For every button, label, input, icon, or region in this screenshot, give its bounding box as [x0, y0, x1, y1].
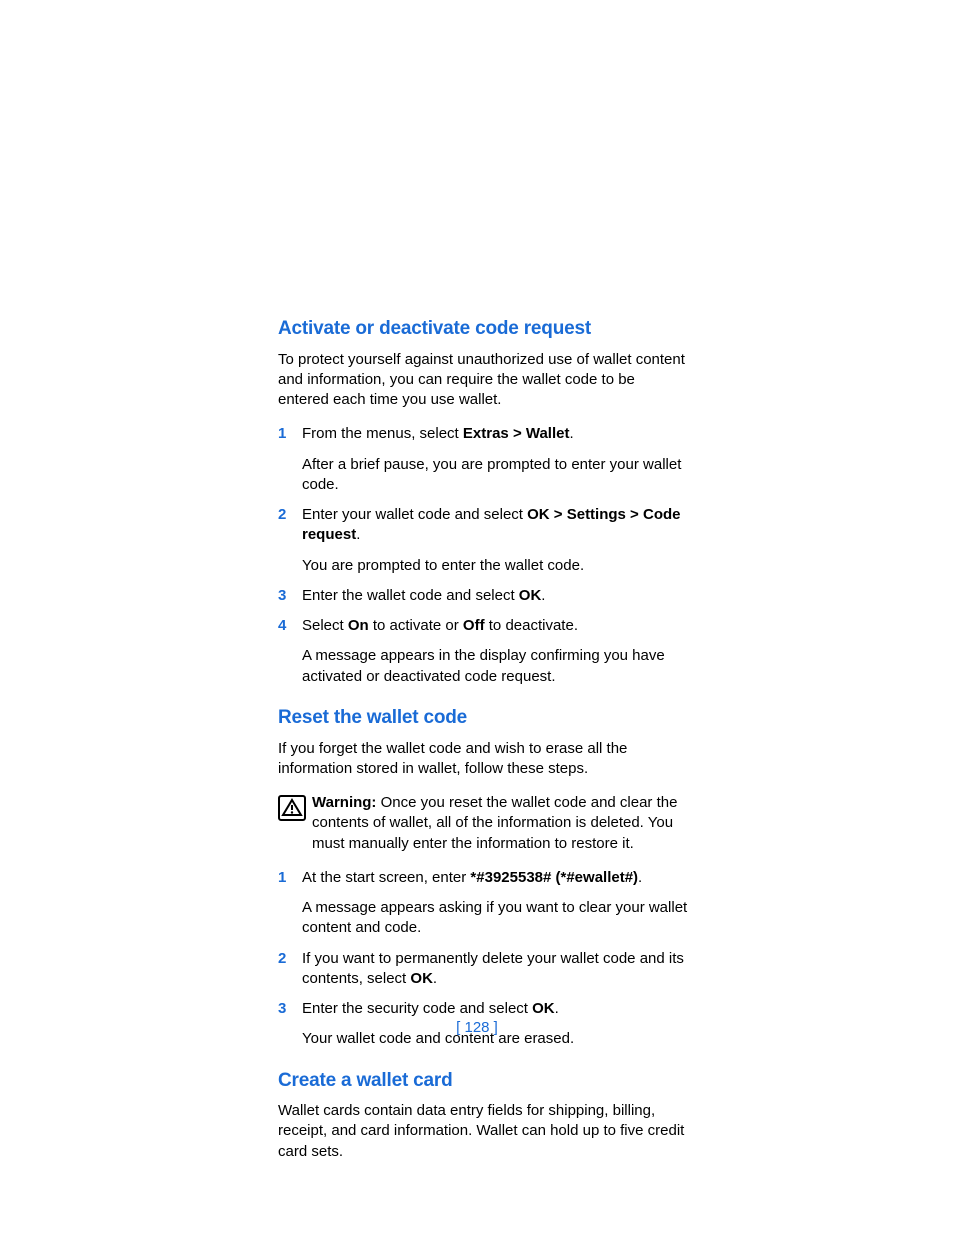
text-bold: OK: [410, 970, 433, 987]
text-pre: From the menus, select: [302, 425, 463, 442]
step-text: Enter your wallet code and select OK > S…: [302, 505, 688, 546]
intro-create: Wallet cards contain data entry fields f…: [278, 1101, 688, 1162]
text-bold: OK: [532, 1000, 555, 1017]
text-pre: Enter the security code and select: [302, 1000, 532, 1017]
text-pre: Enter the wallet code and select: [302, 587, 519, 604]
section-create: Create a wallet card Wallet cards contai…: [278, 1068, 688, 1162]
text-bold: Off: [463, 617, 485, 634]
step-body: Select On to activate or Off to deactiva…: [302, 616, 688, 687]
text-mid: to activate or: [369, 617, 463, 634]
step-4: 4 Select On to activate or Off to deacti…: [278, 616, 688, 687]
section-activate: Activate or deactivate code request To p…: [278, 316, 688, 687]
step-number: 4: [278, 616, 302, 687]
section-reset: Reset the wallet code If you forget the …: [278, 705, 688, 1050]
text-post: .: [555, 1000, 559, 1017]
heading-activate: Activate or deactivate code request: [278, 316, 688, 342]
text-pre: Enter your wallet code and select: [302, 506, 527, 523]
step-text: From the menus, select Extras > Wallet.: [302, 424, 688, 444]
text-post: .: [638, 869, 642, 886]
text-post: .: [356, 526, 360, 543]
step-text: Enter the wallet code and select OK.: [302, 586, 688, 606]
step-body: If you want to permanently delete your w…: [302, 949, 688, 990]
step-text: Select On to activate or Off to deactiva…: [302, 616, 688, 636]
step-follow: A message appears in the display confirm…: [302, 646, 688, 687]
text-post: .: [569, 425, 573, 442]
step-number: 1: [278, 424, 302, 495]
text-bold: OK: [519, 587, 542, 604]
text-pre: At the start screen, enter: [302, 869, 470, 886]
warning-label: Warning:: [312, 794, 376, 811]
step-follow: A message appears asking if you want to …: [302, 898, 688, 939]
intro-activate: To protect yourself against unauthorized…: [278, 350, 688, 411]
step-2: 2 Enter your wallet code and select OK >…: [278, 505, 688, 576]
step-number: 1: [278, 868, 302, 939]
step-2: 2 If you want to permanently delete your…: [278, 949, 688, 990]
step-body: At the start screen, enter *#3925538# (*…: [302, 868, 688, 939]
step-text: Enter the security code and select OK.: [302, 999, 688, 1019]
step-number: 3: [278, 586, 302, 606]
warning-icon: [278, 793, 312, 854]
heading-reset: Reset the wallet code: [278, 705, 688, 731]
text-post: to deactivate.: [485, 617, 578, 634]
step-body: Enter your wallet code and select OK > S…: [302, 505, 688, 576]
warning-block: Warning: Once you reset the wallet code …: [278, 793, 688, 854]
step-body: From the menus, select Extras > Wallet. …: [302, 424, 688, 495]
step-follow: After a brief pause, you are prompted to…: [302, 455, 688, 496]
warning-text: Warning: Once you reset the wallet code …: [312, 793, 688, 854]
step-number: 2: [278, 505, 302, 576]
step-1: 1 From the menus, select Extras > Wallet…: [278, 424, 688, 495]
text-bold: *#3925538# (*#ewallet#): [470, 869, 638, 886]
text-pre: If you want to permanently delete your w…: [302, 950, 684, 987]
text-bold: On: [348, 617, 369, 634]
intro-reset: If you forget the wallet code and wish t…: [278, 739, 688, 780]
page-number: [ 128 ]: [0, 1018, 954, 1038]
text-bold: Extras > Wallet: [463, 425, 570, 442]
text-post: .: [541, 587, 545, 604]
page-content: Activate or deactivate code request To p…: [278, 316, 688, 1176]
step-text: If you want to permanently delete your w…: [302, 949, 688, 990]
step-3: 3 Enter the wallet code and select OK.: [278, 586, 688, 606]
step-follow: You are prompted to enter the wallet cod…: [302, 556, 688, 576]
heading-create: Create a wallet card: [278, 1068, 688, 1094]
step-number: 2: [278, 949, 302, 990]
step-1: 1 At the start screen, enter *#3925538# …: [278, 868, 688, 939]
text-post: .: [433, 970, 437, 987]
text-pre: Select: [302, 617, 348, 634]
step-text: At the start screen, enter *#3925538# (*…: [302, 868, 688, 888]
step-body: Enter the wallet code and select OK.: [302, 586, 688, 606]
